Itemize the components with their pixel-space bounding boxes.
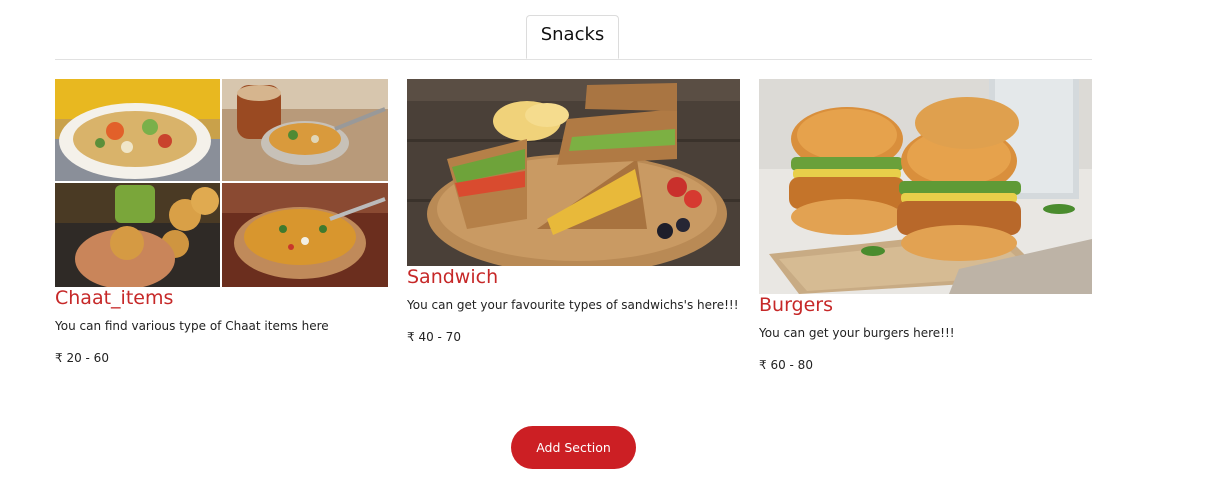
item-title[interactable]: Sandwich [407, 266, 740, 288]
item-price: ₹ 20 - 60 [55, 351, 109, 365]
chaat-collage-photo [55, 79, 388, 287]
sandwich-photo [407, 79, 740, 266]
item-description: You can get your burgers here!!! [759, 326, 955, 340]
item-title[interactable]: Burgers [759, 294, 1092, 316]
item-price: ₹ 40 - 70 [407, 330, 461, 344]
menu-item-card: Burgers You can get your burgers here!!!… [759, 79, 1092, 373]
item-price: ₹ 60 - 80 [759, 358, 813, 372]
section-tab-bar: Snacks [55, 0, 1092, 60]
burgers-photo [759, 79, 1092, 294]
item-title[interactable]: Chaat_items [55, 287, 388, 309]
item-description: You can find various type of Chaat items… [55, 319, 329, 333]
tab-snacks[interactable]: Snacks [526, 15, 619, 59]
menu-item-card: Sandwich You can get your favourite type… [407, 79, 740, 345]
item-description: You can get your favourite types of sand… [407, 298, 739, 312]
menu-item-card: Chaat_items You can find various type of… [55, 79, 388, 366]
menu-page: Snacks Chaat_items You can find various … [0, 0, 1212, 490]
add-section-button[interactable]: Add Section [511, 426, 636, 469]
